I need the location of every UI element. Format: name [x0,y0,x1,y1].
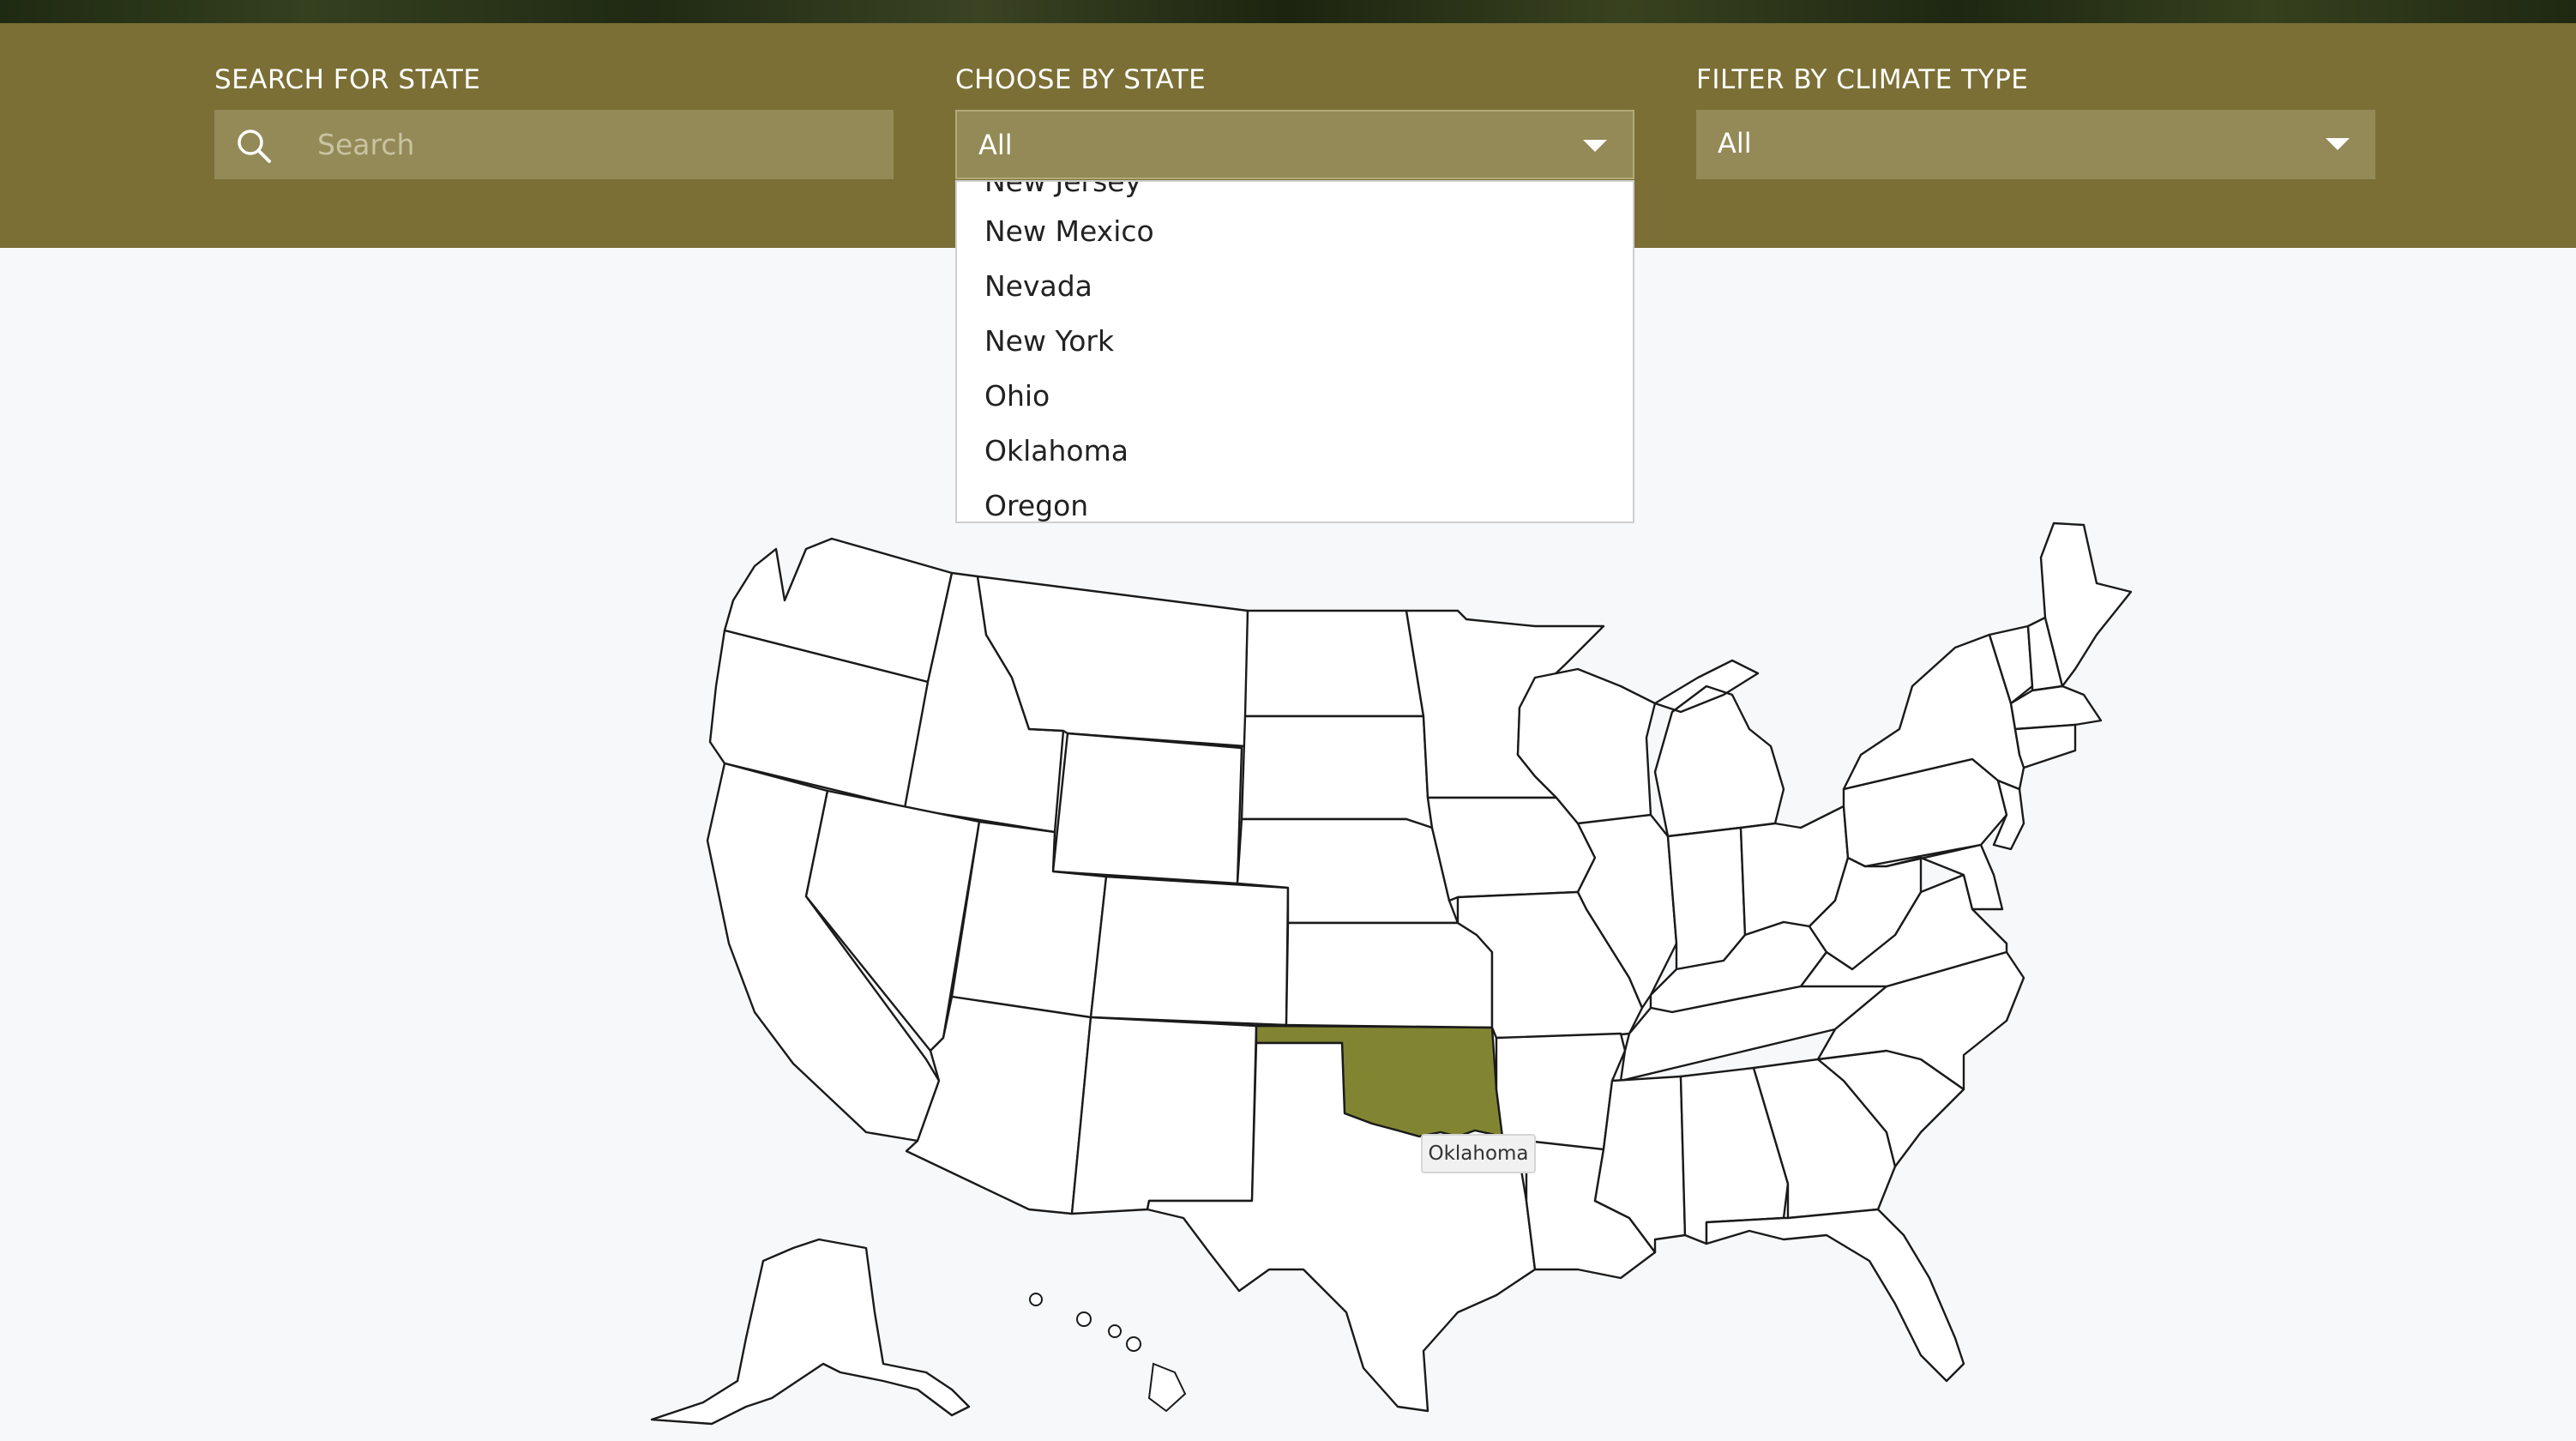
island-hawaii-3 [1108,1324,1122,1338]
island-hawaii-4 [1126,1336,1141,1352]
dropdown-option[interactable]: New Mexico [984,214,1154,248]
island-hawaii-2 [1076,1311,1092,1327]
island-hawaii-5 [1147,1362,1187,1413]
dropdown-option[interactable]: Ohio [984,379,1050,413]
state-new-mexico[interactable] [1070,1016,1258,1215]
dropdown-option[interactable]: Nevada [984,269,1092,303]
state-kansas[interactable] [1285,921,1494,1029]
state-north-dakota[interactable] [1243,609,1425,718]
dropdown-option[interactable]: Oklahoma [984,434,1129,467]
island-hawaii-1 [1029,1293,1043,1306]
state-alaska[interactable] [650,1238,971,1426]
dropdown-option[interactable]: New York [984,324,1114,358]
state-wyoming[interactable] [1051,732,1243,885]
state-michigan[interactable] [1653,659,1785,838]
dropdown-option[interactable]: Oregon [984,489,1088,522]
state-south-dakota[interactable] [1240,714,1434,829]
dropdown-option[interactable]: New Jersey [984,182,1141,198]
state-dropdown-list[interactable]: New Jersey New Mexico Nevada New York Oh… [955,180,1634,523]
state-colorado[interactable] [1089,875,1290,1027]
state-connecticut[interactable] [2013,723,2077,769]
state-tooltip: Oklahoma [1421,1134,1536,1173]
state-florida[interactable] [1705,1208,1965,1383]
